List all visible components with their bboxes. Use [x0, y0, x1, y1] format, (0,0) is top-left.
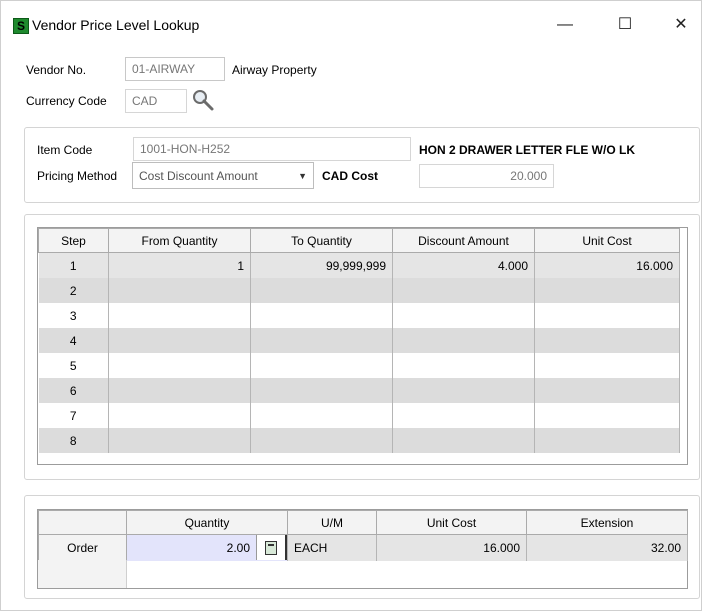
cad-cost-field: 20.000: [419, 164, 554, 188]
currency-code-label: Currency Code: [26, 94, 107, 108]
cell-from-quantity: [108, 378, 251, 403]
pricing-method-label: Pricing Method: [37, 169, 118, 183]
sage-app-icon: S: [13, 18, 29, 34]
order-unit-cost-cell: 16.000: [376, 534, 527, 561]
item-description: HON 2 DRAWER LETTER FLE W/O LK: [419, 143, 635, 157]
vendor-name: Airway Property: [232, 63, 317, 77]
cell-from-quantity: [108, 428, 251, 453]
table-row[interactable]: 8: [38, 428, 680, 453]
cell-from-quantity: [108, 278, 251, 303]
cell-discount-amount: [392, 303, 535, 328]
cell-discount-amount: [392, 278, 535, 303]
cell-unit-cost: [534, 428, 680, 453]
extension-cell: 32.00: [526, 534, 688, 561]
cell-to-quantity: [250, 278, 393, 303]
cell-step: 4: [38, 328, 109, 353]
cell-step: 1: [38, 252, 109, 278]
cell-step: 6: [38, 378, 109, 403]
pricing-method-dropdown[interactable]: Cost Discount Amount ▼: [132, 162, 314, 189]
pricing-method-value: Cost Discount Amount: [139, 169, 258, 183]
cell-unit-cost: 16.000: [534, 252, 680, 278]
order-row-label: Order: [38, 534, 127, 561]
minimize-button[interactable]: —: [545, 11, 585, 39]
cell-step: 7: [38, 403, 109, 428]
cell-to-quantity: [250, 428, 393, 453]
cell-discount-amount: [392, 353, 535, 378]
cell-from-quantity: [108, 328, 251, 353]
table-row[interactable]: 3: [38, 303, 680, 328]
col-extension[interactable]: Extension: [526, 510, 688, 535]
price-steps-table: Step From Quantity To Quantity Discount …: [38, 228, 680, 453]
cad-cost-label: CAD Cost: [322, 169, 378, 183]
order-row[interactable]: Order 2.00 EACH 16.000 32.00: [38, 534, 688, 561]
cell-to-quantity: [250, 303, 393, 328]
col-um[interactable]: U/M: [287, 510, 377, 535]
quantity-value[interactable]: 2.00: [127, 541, 256, 555]
cell-discount-amount: [392, 428, 535, 453]
item-code-field[interactable]: 1001-HON-H252: [133, 137, 411, 161]
table-row[interactable]: 2: [38, 278, 680, 303]
calculator-button[interactable]: [256, 535, 287, 561]
title-bar: S Vendor Price Level Lookup — ☐ ✕: [1, 1, 701, 41]
cell-step: 3: [38, 303, 109, 328]
col-quantity[interactable]: Quantity: [126, 510, 288, 535]
cell-discount-amount: [392, 328, 535, 353]
maximize-button[interactable]: ☐: [605, 11, 645, 39]
cell-from-quantity: [108, 403, 251, 428]
item-code-label: Item Code: [37, 143, 93, 157]
cell-step: 8: [38, 428, 109, 453]
order-grid: Quantity U/M Unit Cost Extension Order 2…: [37, 509, 688, 589]
um-cell: EACH: [287, 534, 377, 561]
cell-to-quantity: [250, 403, 393, 428]
cell-from-quantity: 1: [108, 252, 251, 278]
table-row[interactable]: 6: [38, 378, 680, 403]
close-button[interactable]: ✕: [661, 11, 701, 39]
order-row-header-filler: [38, 560, 127, 588]
magnifier-icon[interactable]: [191, 88, 215, 112]
cell-step: 5: [38, 353, 109, 378]
cell-to-quantity: [250, 353, 393, 378]
col-from-quantity[interactable]: From Quantity: [108, 228, 251, 253]
table-row[interactable]: 1 1 99,999,999 4.000 16.000: [38, 252, 680, 278]
price-steps-grid: Step From Quantity To Quantity Discount …: [37, 227, 688, 465]
col-order-blank: [38, 510, 127, 535]
col-step[interactable]: Step: [38, 228, 109, 253]
vendor-price-level-lookup-window: S Vendor Price Level Lookup — ☐ ✕ Vendor…: [0, 0, 702, 611]
steps-header-row: Step From Quantity To Quantity Discount …: [38, 228, 680, 253]
dropdown-arrow-icon: ▼: [298, 171, 307, 181]
cell-to-quantity: 99,999,999: [250, 252, 393, 278]
col-to-quantity[interactable]: To Quantity: [250, 228, 393, 253]
vendor-no-label: Vendor No.: [26, 63, 87, 77]
cell-to-quantity: [250, 328, 393, 353]
currency-code-field[interactable]: CAD: [125, 89, 187, 113]
cell-discount-amount: [392, 378, 535, 403]
quantity-cell[interactable]: 2.00: [126, 534, 288, 561]
table-row[interactable]: 7: [38, 403, 680, 428]
cell-from-quantity: [108, 353, 251, 378]
cell-discount-amount: [392, 403, 535, 428]
order-table: Quantity U/M Unit Cost Extension Order 2…: [38, 510, 688, 561]
order-header-row: Quantity U/M Unit Cost Extension: [38, 510, 688, 535]
cell-unit-cost: [534, 353, 680, 378]
cell-unit-cost: [534, 403, 680, 428]
col-discount-amount[interactable]: Discount Amount: [392, 228, 535, 253]
cell-from-quantity: [108, 303, 251, 328]
vendor-no-field[interactable]: 01-AIRWAY: [125, 57, 225, 81]
cell-unit-cost: [534, 303, 680, 328]
table-row[interactable]: 4: [38, 328, 680, 353]
window-title: Vendor Price Level Lookup: [32, 17, 200, 33]
col-unit-cost[interactable]: Unit Cost: [534, 228, 680, 253]
col-order-unit-cost[interactable]: Unit Cost: [376, 510, 527, 535]
table-row[interactable]: 5: [38, 353, 680, 378]
cell-to-quantity: [250, 378, 393, 403]
cell-step: 2: [38, 278, 109, 303]
cell-unit-cost: [534, 328, 680, 353]
cell-unit-cost: [534, 378, 680, 403]
cell-unit-cost: [534, 278, 680, 303]
cell-discount-amount: 4.000: [392, 252, 535, 278]
calculator-icon: [265, 540, 277, 555]
